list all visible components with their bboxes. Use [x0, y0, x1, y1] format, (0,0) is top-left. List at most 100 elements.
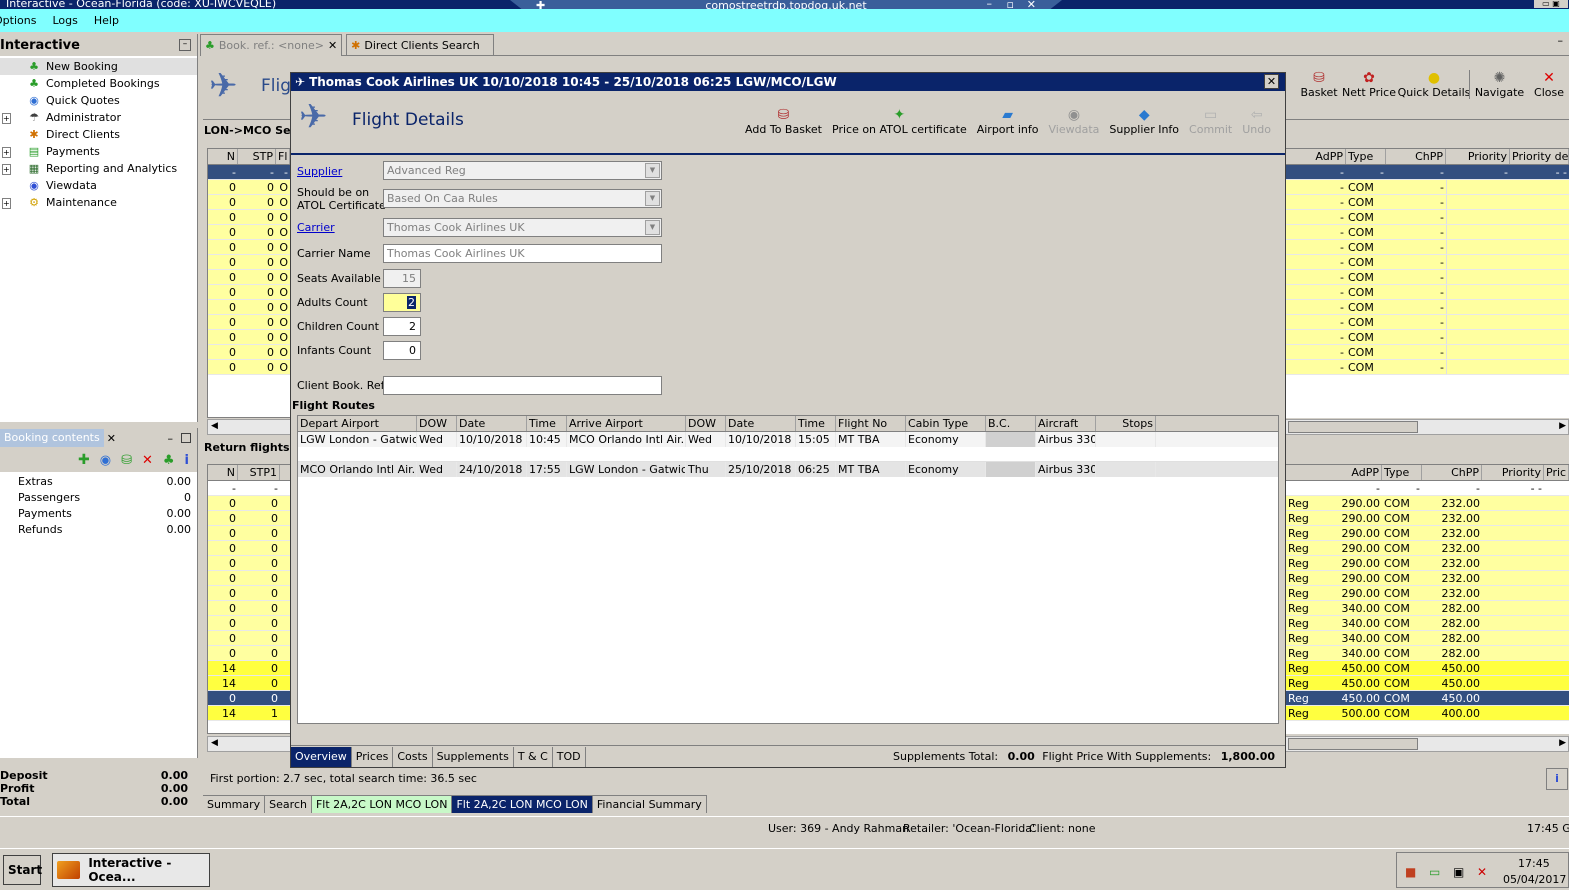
table-row[interactable]: 00O: [208, 195, 290, 210]
table-row[interactable]: 00: [208, 526, 290, 541]
routes-column-header[interactable]: Stops: [1096, 416, 1156, 431]
column-header[interactable]: N: [208, 149, 238, 164]
column-header[interactable]: Priority: [1482, 465, 1544, 480]
expand-icon[interactable]: +: [2, 145, 14, 158]
nav-item-7[interactable]: ◉ Viewdata: [0, 177, 197, 194]
bottom-tab-3[interactable]: Flt 2A,2C LON MCO LON: [452, 796, 593, 813]
routes-column-header[interactable]: B.C.: [986, 416, 1036, 431]
table-row[interactable]: - COM -: [1286, 225, 1569, 240]
bottom-tab-0[interactable]: Summary: [203, 796, 266, 813]
carrier-name-field[interactable]: Thomas Cook Airlines UK: [383, 244, 662, 263]
chevron-down-icon[interactable]: ▼: [645, 191, 660, 206]
routes-column-header[interactable]: Time: [796, 416, 836, 431]
info-icon[interactable]: i: [185, 453, 189, 468]
carrier-select[interactable]: Thomas Cook Airlines UK ▼: [383, 218, 662, 237]
palm-tree-icon[interactable]: ♣: [163, 453, 175, 468]
rdp-minimize-icon[interactable]: –: [987, 0, 993, 9]
undo-button[interactable]: ⇦ Undo: [1242, 107, 1271, 136]
column-header[interactable]: STP1: [238, 465, 280, 480]
nav-item-0[interactable]: ♣ New Booking: [0, 58, 197, 75]
tray-network-icon[interactable]: ▣: [1453, 865, 1464, 879]
table-row[interactable]: ----- -: [1286, 165, 1569, 180]
table-row[interactable]: 00O: [208, 255, 290, 270]
scroll-thumb[interactable]: [1288, 421, 1418, 433]
routes-column-header[interactable]: DOW: [686, 416, 726, 431]
table-row[interactable]: 00: [208, 601, 290, 616]
supplier-info-button[interactable]: ◆ Supplier Info: [1109, 107, 1179, 136]
column-header[interactable]: Fl: [276, 149, 290, 164]
booking-contents-tab[interactable]: Booking contents: [0, 429, 104, 447]
table-row[interactable]: 00: [208, 556, 290, 571]
table-row[interactable]: 14 0: [208, 661, 290, 676]
close-button[interactable]: ✕ Close: [1529, 70, 1569, 99]
table-row[interactable]: Reg 290.00 COM 232.00: [1286, 496, 1569, 511]
start-button[interactable]: Start: [3, 855, 42, 885]
table-row[interactable]: - COM -: [1286, 255, 1569, 270]
table-row[interactable]: Reg 290.00 COM 232.00: [1286, 541, 1569, 556]
table-row[interactable]: Reg 500.00 COM 400.00: [1286, 706, 1569, 721]
table-row[interactable]: 00O: [208, 210, 290, 225]
expand-icon[interactable]: +: [2, 162, 14, 175]
table-row[interactable]: 00O: [208, 360, 290, 375]
tray-volume-muted-icon[interactable]: ✕: [1477, 865, 1487, 879]
price-on-atol-certificate-button[interactable]: ✦ Price on ATOL certificate: [832, 107, 967, 136]
table-row[interactable]: 00: [208, 646, 290, 661]
navigate-button[interactable]: ✺ Navigate: [1469, 70, 1529, 99]
supplier-link[interactable]: Supplier: [297, 165, 342, 178]
table-row[interactable]: - COM -: [1286, 330, 1569, 345]
scroll-left-icon[interactable]: ◀: [211, 738, 218, 748]
scroll-thumb[interactable]: [1288, 738, 1418, 750]
table-row[interactable]: 00: [208, 586, 290, 601]
table-row[interactable]: Reg 340.00 COM 282.00: [1286, 601, 1569, 616]
dialog-tab-5[interactable]: TOD: [553, 746, 586, 767]
close-booking-contents-icon[interactable]: ✕: [107, 432, 116, 445]
window-restore-icon[interactable]: ▭ ▣: [1534, 0, 1568, 8]
nav-item-6[interactable]: + ▦ Reporting and Analytics: [0, 160, 197, 177]
nav-item-3[interactable]: + ☂ Administrator: [0, 109, 197, 126]
dialog-tab-1[interactable]: Prices: [352, 746, 394, 767]
column-header[interactable]: Pric: [1544, 465, 1569, 480]
infants-field[interactable]: 0: [383, 341, 421, 360]
expand-icon[interactable]: +: [2, 111, 14, 124]
column-header[interactable]: AdPP: [1286, 149, 1346, 164]
delete-icon[interactable]: ✕: [142, 453, 153, 468]
refresh-icon[interactable]: ◉: [100, 453, 111, 468]
table-row[interactable]: ---- -: [1286, 481, 1569, 496]
scroll-left-icon[interactable]: ◀: [211, 421, 218, 431]
plus-icon[interactable]: +: [2, 113, 11, 124]
carrier-link[interactable]: Carrier: [297, 221, 335, 234]
table-row[interactable]: 00: [208, 511, 290, 526]
column-header[interactable]: N: [208, 465, 238, 480]
maximize-panel-icon[interactable]: [181, 433, 191, 443]
table-row[interactable]: 14 0: [208, 676, 290, 691]
dialog-tab-3[interactable]: Supplements: [433, 746, 514, 767]
routes-column-header[interactable]: Depart Airport: [298, 416, 417, 431]
table-row[interactable]: 00: [208, 616, 290, 631]
table-row[interactable]: 00O: [208, 180, 290, 195]
column-header[interactable]: STP: [238, 149, 276, 164]
table-row[interactable]: 00O: [208, 285, 290, 300]
add-to-basket-button[interactable]: ⛁ Add To Basket: [745, 107, 822, 136]
table-row[interactable]: Reg 450.00 COM 450.00: [1286, 661, 1569, 676]
supplier-select[interactable]: Advanced Reg ▼: [383, 161, 662, 180]
close-tab-icon[interactable]: ✕: [328, 39, 337, 52]
table-row[interactable]: - COM -: [1286, 180, 1569, 195]
dialog-tab-4[interactable]: T & C: [514, 746, 553, 767]
table-row[interactable]: - COM -: [1286, 315, 1569, 330]
column-header[interactable]: Type: [1382, 465, 1422, 480]
table-row[interactable]: 00O: [208, 300, 290, 315]
column-header[interactable]: Priority: [1446, 149, 1510, 164]
table-row[interactable]: 00O: [208, 315, 290, 330]
routes-column-header[interactable]: Date: [457, 416, 527, 431]
nav-item-2[interactable]: ◉ Quick Quotes: [0, 92, 197, 109]
collapse-panel-icon[interactable]: –: [179, 39, 191, 51]
nav-item-1[interactable]: ♣ Completed Bookings: [0, 75, 197, 92]
table-row[interactable]: 14 1: [208, 706, 290, 721]
column-header[interactable]: Type: [1346, 149, 1386, 164]
table-row[interactable]: - COM -: [1286, 270, 1569, 285]
route-row[interactable]: LGW London - Gatwic... Wed 10/10/2018 10:45…: [298, 432, 1278, 447]
table-row[interactable]: 00: [208, 631, 290, 646]
table-row[interactable]: 00O: [208, 240, 290, 255]
dialog-tab-0[interactable]: Overview: [291, 746, 352, 767]
tray-battery-icon[interactable]: ▭: [1429, 865, 1440, 879]
